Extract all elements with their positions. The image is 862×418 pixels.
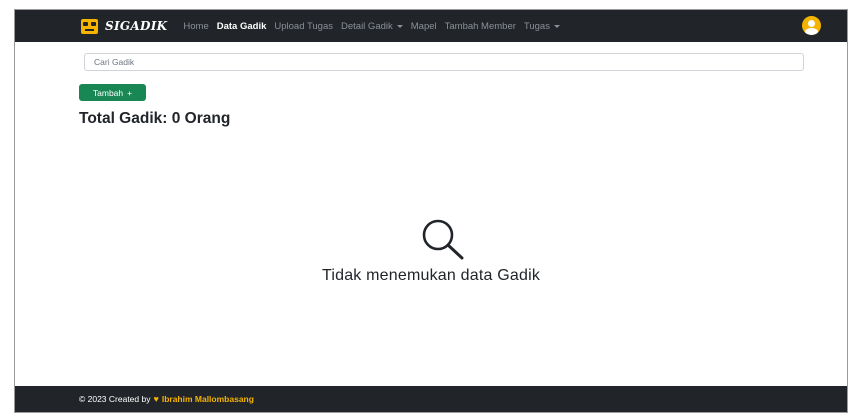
- nav-home[interactable]: Home: [183, 21, 208, 32]
- brand-name: SIGADIK: [105, 19, 168, 33]
- heart-icon: ♥: [153, 394, 159, 404]
- add-button[interactable]: Tambah +: [79, 84, 146, 101]
- nav-data-gadik[interactable]: Data Gadik: [217, 21, 267, 32]
- empty-state-message: Tidak menemukan data Gadik: [321, 267, 541, 284]
- nav-mapel-label: Mapel: [410, 20, 437, 32]
- footer: © 2023 Created by ♥ Ibrahim Mallombasang: [15, 386, 847, 412]
- footer-author-link[interactable]: Ibrahim Mallombasang: [162, 394, 254, 404]
- plus-icon: +: [127, 87, 133, 98]
- search-placeholder: Cari Gadik: [94, 57, 135, 67]
- nav-mapel[interactable]: Mapel: [411, 21, 437, 32]
- chevron-down-icon: [553, 24, 560, 28]
- nav-tugas-label: Tugas: [523, 20, 550, 32]
- nav-upload-tugas[interactable]: Upload Tugas: [274, 21, 333, 32]
- nav-detail-gadik-label: Detail Gadik: [341, 20, 393, 32]
- footer-credit: © 2023 Created by ♥ Ibrahim Mallombasang: [79, 394, 254, 404]
- nav-menu: Home Data Gadik Upload Tugas Detail Gadi…: [183, 21, 560, 32]
- search-input[interactable]: Cari Gadik: [84, 53, 804, 71]
- user-avatar-icon[interactable]: [802, 16, 821, 35]
- footer-prefix: © 2023 Created by: [79, 394, 151, 404]
- chevron-down-icon: [396, 24, 403, 28]
- nav-detail-gadik-dropdown[interactable]: Detail Gadik: [341, 21, 403, 32]
- nav-tambah-member-label: Tambah Member: [444, 20, 516, 32]
- nav-upload-tugas-label: Upload Tugas: [274, 20, 333, 32]
- brand[interactable]: SIGADIK: [81, 18, 168, 34]
- search-icon: [422, 219, 464, 260]
- nav-tambah-member[interactable]: Tambah Member: [445, 21, 516, 32]
- browser-frame: SIGADIK Home Data Gadik Upload Tugas Det…: [14, 9, 848, 413]
- add-button-label: Tambah: [92, 87, 124, 98]
- logo-icon: [81, 18, 98, 34]
- nav-data-gadik-label: Data Gadik: [216, 20, 267, 32]
- total-count: Total Gadik: 0 Orang: [79, 110, 231, 127]
- nav-tugas-dropdown[interactable]: Tugas: [524, 21, 560, 32]
- nav-home-label: Home: [183, 20, 209, 32]
- navbar: SIGADIK Home Data Gadik Upload Tugas Det…: [15, 10, 847, 42]
